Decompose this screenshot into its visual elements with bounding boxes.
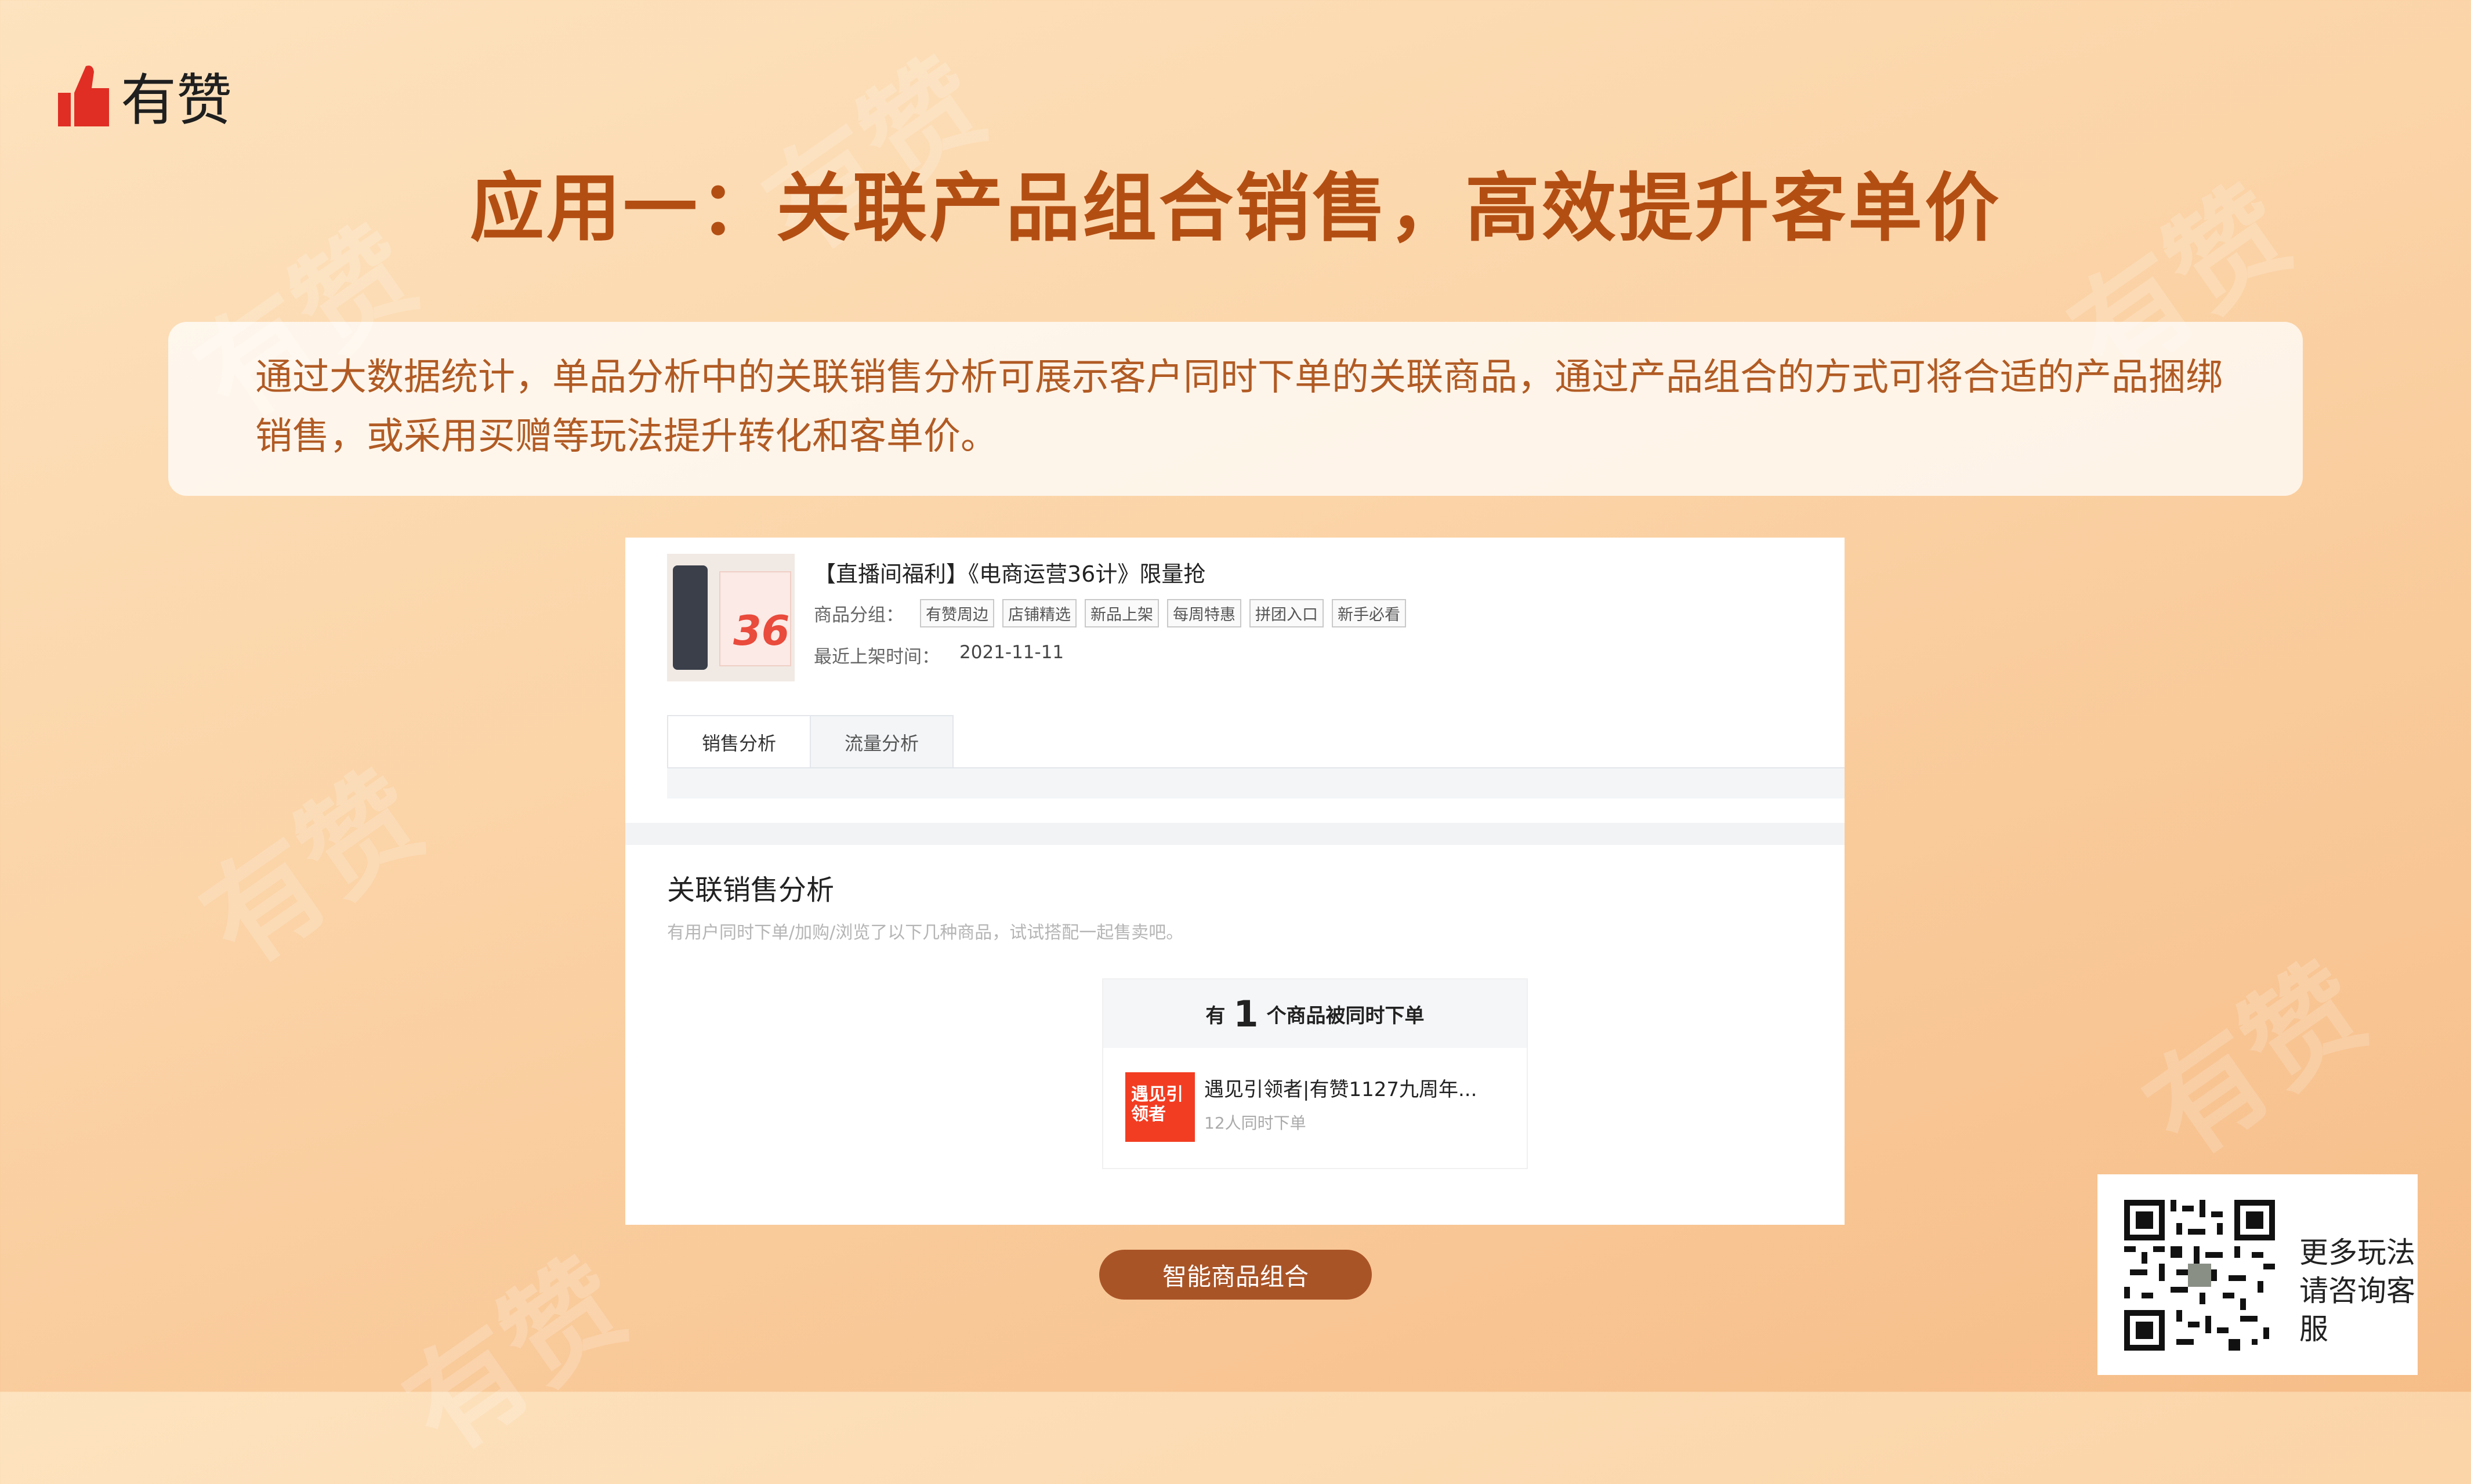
related-suffix: 个商品被同时下单 <box>1266 1004 1425 1028</box>
section-divider <box>625 823 1845 845</box>
page-title: 应用一：关联产品组合销售，高效提升客单价 <box>469 165 2001 252</box>
tab-panel <box>667 768 1845 799</box>
book-cover: 36 <box>719 571 791 666</box>
caption-button[interactable]: 智能商品组合 <box>1099 1250 1372 1300</box>
related-item-image[interactable]: 遇见引领者 <box>1125 1072 1195 1142</box>
qr-code-icon[interactable] <box>2124 1200 2275 1351</box>
thumbs-up-icon <box>58 65 109 126</box>
related-item-name[interactable]: 遇见引领者|有赞1127九周年... <box>1204 1073 1477 1102</box>
group-tag[interactable]: 拼团入口 <box>1249 599 1324 627</box>
group-tags: 有赞周边 店铺精选 新品上架 每周特惠 拼团入口 新手必看 <box>920 599 1406 627</box>
qr-card: 更多玩法请咨询客服 <box>2097 1174 2418 1375</box>
phone-graphic <box>673 565 708 670</box>
date-label: 最近上架时间： <box>814 647 940 667</box>
section-subtitle: 有用户同时下单/加购/浏览了以下几种商品，试试搭配一起售卖吧。 <box>667 923 1184 943</box>
product-title: 【直播间福利】《电商运营36计》限量抢 <box>814 561 1206 587</box>
watermark: 有赞 <box>2122 939 2391 1184</box>
group-tag[interactable]: 有赞周边 <box>920 599 994 627</box>
related-item-meta: 12人同时下单 <box>1204 1113 1306 1133</box>
related-count: 1 <box>1233 992 1259 1035</box>
group-tag[interactable]: 每周特惠 <box>1167 599 1241 627</box>
tab-traffic-analysis[interactable]: 流量分析 <box>811 715 954 770</box>
watermark: 有赞 <box>179 748 448 992</box>
group-tag[interactable]: 新手必看 <box>1332 599 1406 627</box>
group-tag[interactable]: 新品上架 <box>1085 599 1159 627</box>
watermark: 有赞 <box>382 1235 651 1479</box>
listing-date: 2021-11-11 <box>959 642 1064 663</box>
analysis-tabs: 销售分析 流量分析 <box>667 715 954 770</box>
brand-logo: 有赞 <box>58 55 232 136</box>
brand-name: 有赞 <box>121 68 232 133</box>
related-count-header: 有 1 个商品被同时下单 <box>1103 979 1527 1048</box>
qr-caption: 更多玩法请咨询客服 <box>2299 1236 2415 1346</box>
product-image: 36 <box>667 554 795 681</box>
related-products-box: 有 1 个商品被同时下单 遇见引领者 遇见引领者|有赞1127九周年... 12… <box>1102 978 1528 1169</box>
related-prefix: 有 <box>1205 1004 1226 1028</box>
section-title: 关联销售分析 <box>667 874 835 906</box>
tab-sales-analysis[interactable]: 销售分析 <box>667 715 811 770</box>
group-label: 商品分组： <box>814 605 904 626</box>
product-analysis-screenshot: 36 【直播间福利】《电商运营36计》限量抢 商品分组： 有赞周边 店铺精选 新… <box>625 538 1845 1225</box>
related-item-image-text: 遇见引领者 <box>1131 1084 1183 1124</box>
description-text: 通过大数据统计，单品分析中的关联销售分析可展示客户同时下单的关联商品，通过产品组… <box>255 356 2223 458</box>
description-card: 通过大数据统计，单品分析中的关联销售分析可展示客户同时下单的关联商品，通过产品组… <box>168 322 2303 496</box>
group-tag[interactable]: 店铺精选 <box>1002 599 1077 627</box>
